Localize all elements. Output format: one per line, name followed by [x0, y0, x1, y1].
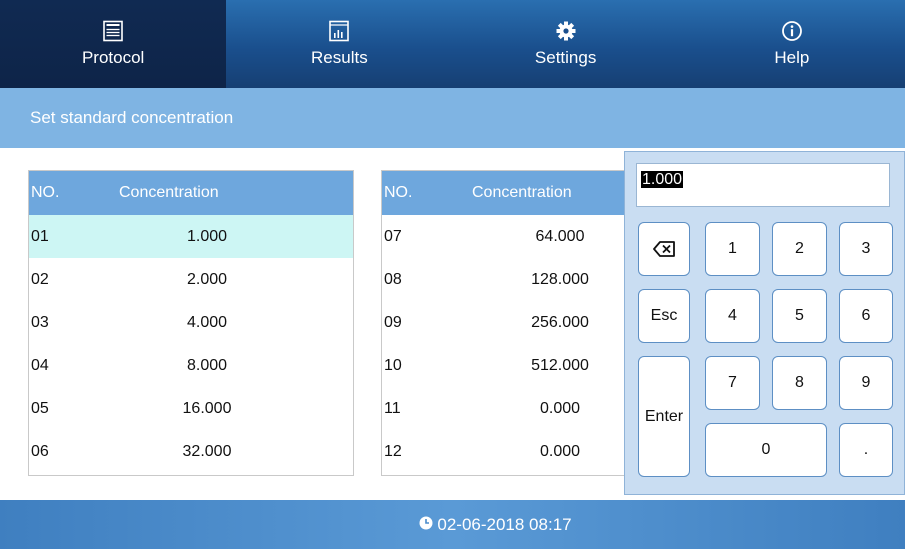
row-concentration: 256.000: [531, 313, 589, 331]
key-7[interactable]: 7: [705, 356, 760, 410]
help-icon: [781, 20, 803, 42]
row-concentration: 32.000: [182, 442, 232, 460]
row-number: 06: [31, 442, 49, 460]
row-concentration: 2.000: [186, 270, 228, 288]
row-number: 03: [31, 313, 49, 331]
numeric-keypad: 1.000 1 2 3 Esc 4 5 6 Enter 7 8 9 0 .: [624, 151, 905, 495]
enter-key[interactable]: Enter: [638, 356, 690, 477]
keypad-display[interactable]: 1.000: [636, 163, 890, 207]
row-concentration: 0.000: [539, 399, 581, 417]
table-row[interactable]: 03 4.000: [29, 301, 353, 344]
row-concentration: 16.000: [182, 399, 232, 417]
nav-tab-settings[interactable]: Settings: [453, 0, 679, 88]
row-number: 05: [31, 399, 49, 417]
column-header-no: NO.: [31, 184, 60, 201]
row-concentration: 1.000: [186, 227, 228, 245]
status-footer: 02-06-2018 08:17: [0, 500, 905, 549]
key-6[interactable]: 6: [839, 289, 893, 343]
row-number: 04: [31, 356, 49, 374]
table-row[interactable]: 06 32.000: [29, 430, 353, 473]
row-concentration: 4.000: [186, 313, 228, 331]
key-2[interactable]: 2: [772, 222, 827, 276]
key-1[interactable]: 1: [705, 222, 760, 276]
standards-table-left: NO. Concentration 01 1.000 02 2.000 03 4…: [28, 170, 354, 476]
key-9[interactable]: 9: [839, 356, 893, 410]
top-nav-bar: Protocol Results Settings Help: [0, 0, 905, 88]
row-concentration: 8.000: [186, 356, 228, 374]
table-header: NO. Concentration: [29, 171, 353, 215]
key-0[interactable]: 0: [705, 423, 827, 477]
key-4[interactable]: 4: [705, 289, 760, 343]
esc-key[interactable]: Esc: [638, 289, 690, 343]
nav-tab-help-label: Help: [774, 48, 810, 67]
row-number: 10: [384, 356, 402, 374]
nav-tab-settings-label: Settings: [534, 48, 597, 67]
row-number: 11: [384, 399, 401, 417]
backspace-key[interactable]: [638, 222, 690, 276]
nav-tab-protocol[interactable]: Protocol: [0, 0, 227, 88]
footer-datetime: 02-06-2018 08:17: [437, 514, 572, 534]
row-number: 01: [31, 227, 49, 245]
table-row[interactable]: 04 8.000: [29, 344, 353, 387]
table-row[interactable]: 05 16.000: [29, 387, 353, 430]
row-concentration: 512.000: [531, 356, 589, 374]
row-number: 09: [384, 313, 402, 331]
key-8[interactable]: 8: [772, 356, 827, 410]
table-row[interactable]: 01 1.000: [29, 215, 353, 258]
protocol-icon: [102, 20, 124, 42]
column-header-concentration: Concentration: [119, 184, 219, 201]
row-number: 02: [31, 270, 49, 288]
nav-tab-results[interactable]: Results: [226, 0, 452, 88]
page-subheader: Set standard concentration: [0, 88, 905, 148]
key-3[interactable]: 3: [839, 222, 893, 276]
nav-tab-help[interactable]: Help: [679, 0, 905, 88]
results-icon: [328, 20, 350, 42]
nav-tab-protocol-label: Protocol: [81, 48, 145, 67]
page-title: Set standard concentration: [30, 108, 234, 127]
row-number: 07: [384, 227, 402, 245]
row-number: 12: [384, 442, 402, 460]
row-concentration: 0.000: [539, 442, 581, 460]
column-header-no: NO.: [384, 184, 413, 201]
nav-tab-results-label: Results: [311, 48, 368, 67]
keypad-display-value: 1.000: [641, 171, 684, 188]
row-number: 08: [384, 270, 402, 288]
settings-icon: [555, 20, 577, 42]
table-row[interactable]: 02 2.000: [29, 258, 353, 301]
clock-icon: [419, 515, 433, 535]
row-concentration: 64.000: [535, 227, 585, 245]
row-concentration: 128.000: [531, 270, 589, 288]
key-5[interactable]: 5: [772, 289, 827, 343]
decimal-key[interactable]: .: [839, 423, 893, 477]
backspace-icon: [653, 241, 675, 257]
